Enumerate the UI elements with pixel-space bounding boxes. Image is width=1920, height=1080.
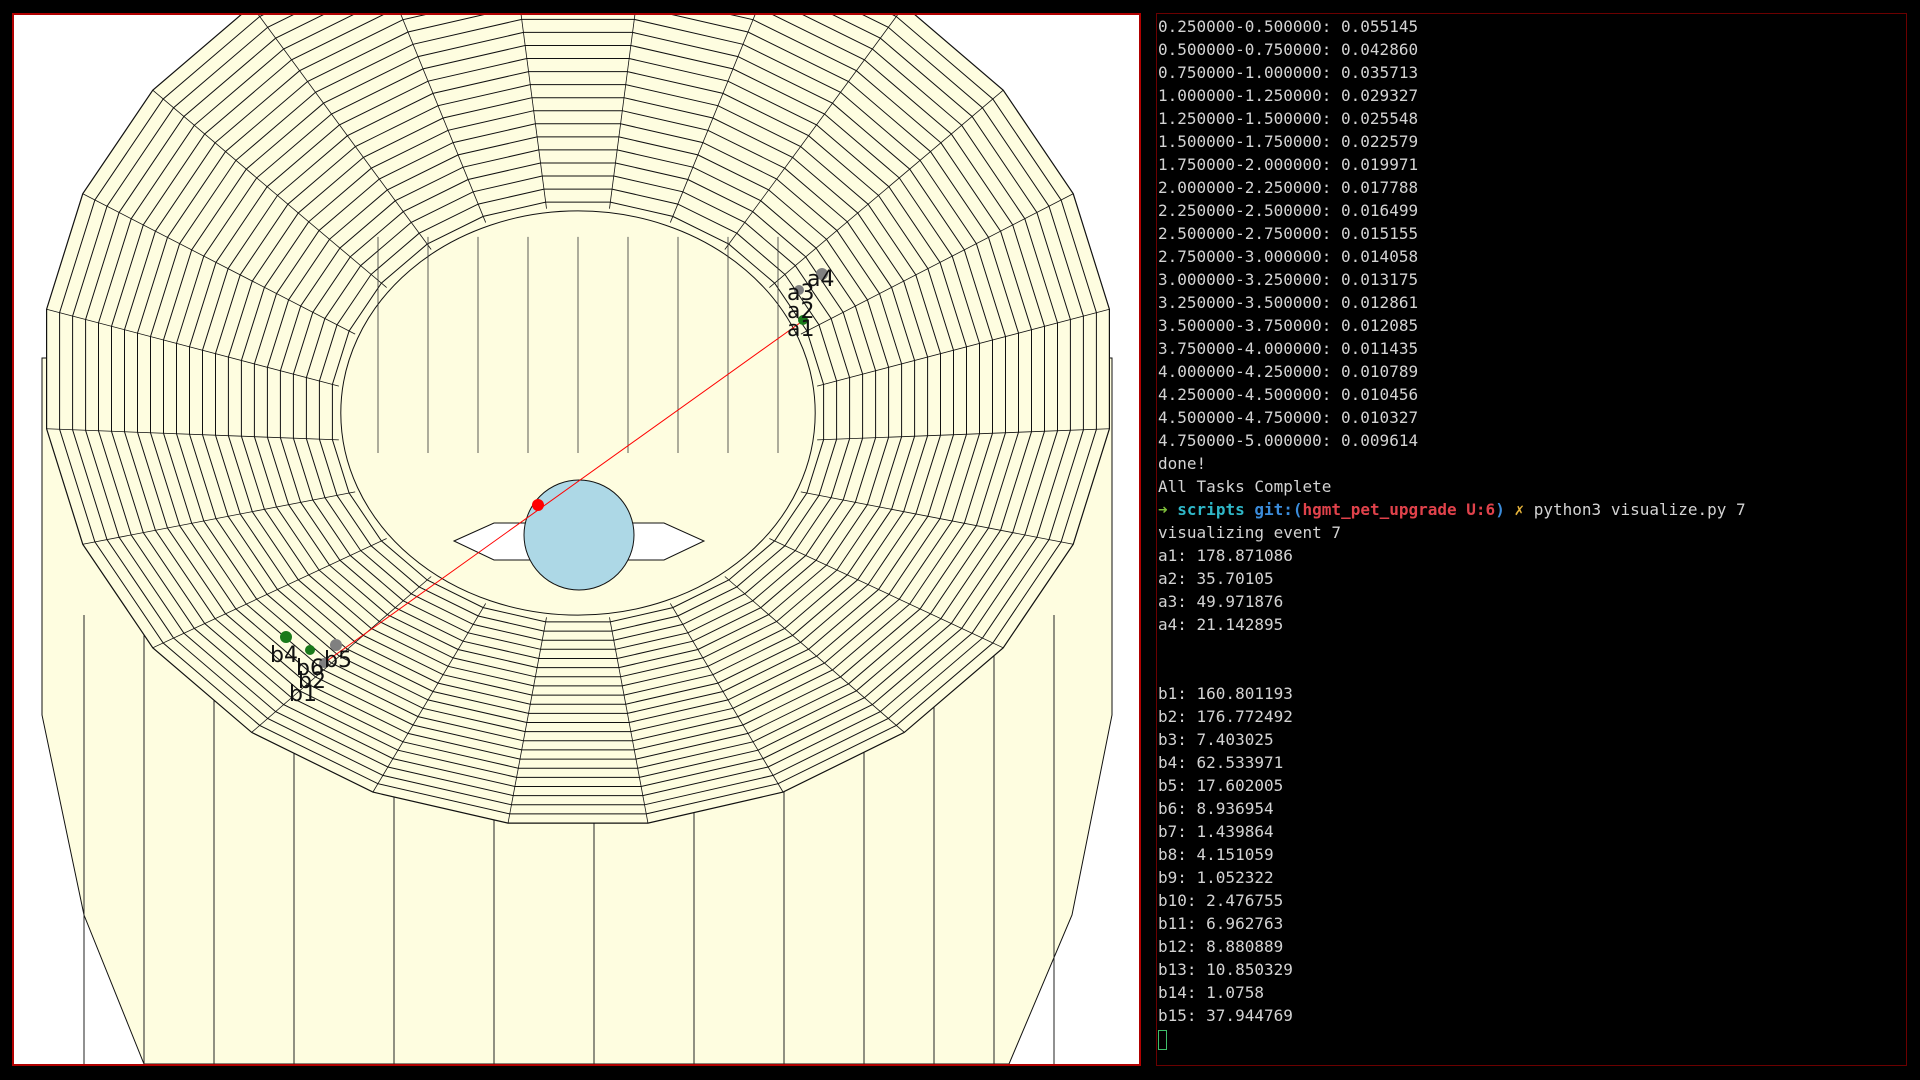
a-value-line: a2: 35.70105 xyxy=(1158,569,1274,588)
b-value-line: b6: 8.936954 xyxy=(1158,799,1274,818)
b-value-line: b3: 7.403025 xyxy=(1158,730,1274,749)
a-value-line: a1: 178.871086 xyxy=(1158,546,1293,565)
prompt-command: python3 visualize.py 7 xyxy=(1533,500,1746,519)
histogram-line: 2.750000-3.000000: 0.014058 xyxy=(1158,247,1419,266)
b-value-line: b11: 6.962763 xyxy=(1158,914,1284,933)
detector-3d-plot: a4a3a2a1b4 b5b6b2b1 xyxy=(41,15,1113,1064)
histogram-line: 1.750000-2.000000: 0.019971 xyxy=(1158,155,1419,174)
prompt-dirty-mark: ✗ xyxy=(1514,500,1525,519)
prompt-arrow: ➜ xyxy=(1158,500,1168,519)
b-value-line: b10: 2.476755 xyxy=(1158,891,1284,910)
prompt-directory: scripts xyxy=(1177,500,1245,519)
hit-label-b5: b5 xyxy=(324,648,352,673)
b-value-line: b14: 1.0758 xyxy=(1158,983,1264,1002)
prompt-branch: hgmt_pet_upgrade U:6 xyxy=(1302,500,1496,519)
histogram-line: 2.000000-2.250000: 0.017788 xyxy=(1158,178,1419,197)
histogram-line: 2.250000-2.500000: 0.016499 xyxy=(1158,201,1419,220)
b-value-line: b9: 1.052322 xyxy=(1158,868,1274,887)
histogram-line: 0.250000-0.500000: 0.055145 xyxy=(1158,17,1419,36)
b-value-line: b15: 37.944769 xyxy=(1158,1006,1293,1025)
terminal-window[interactable]: 0.250000-0.500000: 0.055145 0.500000-0.75… xyxy=(1156,13,1907,1066)
terminal-cursor xyxy=(1158,1029,1167,1050)
source-sphere xyxy=(523,479,635,591)
histogram-line: 4.000000-4.250000: 0.010789 xyxy=(1158,362,1419,381)
b-value-line: b1: 160.801193 xyxy=(1158,684,1293,703)
histogram-line: 3.000000-3.250000: 0.013175 xyxy=(1158,270,1419,289)
histogram-line: 1.500000-1.750000: 0.022579 xyxy=(1158,132,1419,151)
histogram-line: 4.500000-4.750000: 0.010327 xyxy=(1158,408,1419,427)
histogram-line: 0.500000-0.750000: 0.042860 xyxy=(1158,40,1419,59)
b-value-line: b12: 8.880889 xyxy=(1158,937,1284,956)
histogram-line: 0.750000-1.000000: 0.035713 xyxy=(1158,63,1419,82)
terminal-output: 0.250000-0.500000: 0.055145 0.500000-0.75… xyxy=(1158,15,1906,1050)
histogram-line: 1.000000-1.250000: 0.029327 xyxy=(1158,86,1419,105)
input-line[interactable] xyxy=(1158,1027,1906,1050)
detector-visualization: a4 a3 a2 a1 b4 b5 b6 b2 b1 xyxy=(12,13,1141,1066)
prompt-git-close: ) xyxy=(1495,500,1505,519)
hit-label-b4: b4 xyxy=(270,643,298,668)
histogram-line: 3.750000-4.000000: 0.011435 xyxy=(1158,339,1419,358)
histogram-line: 4.750000-5.000000: 0.009614 xyxy=(1158,431,1419,450)
event-line: visualizing event 7 xyxy=(1158,523,1342,542)
a-value-line: a3: 49.971876 xyxy=(1158,592,1284,611)
histogram-line: 3.500000-3.750000: 0.012085 xyxy=(1158,316,1419,335)
hit-b-marker xyxy=(305,645,315,655)
prompt-line: ➜ scripts git:(hgmt_pet_upgrade U:6) ✗ p… xyxy=(1158,498,1906,521)
done-line: done! xyxy=(1158,454,1207,473)
histogram-line: 4.250000-4.500000: 0.010456 xyxy=(1158,385,1419,404)
histogram-line: 1.250000-1.500000: 0.025548 xyxy=(1158,109,1419,128)
b-value-line: b7: 1.439864 xyxy=(1158,822,1274,841)
prompt-git-label: git:( xyxy=(1254,500,1303,519)
a-value-line: a4: 21.142895 xyxy=(1158,615,1284,634)
histogram-line: 2.500000-2.750000: 0.015155 xyxy=(1158,224,1419,243)
hit-label-a1: a1 xyxy=(787,317,814,342)
complete-line: All Tasks Complete xyxy=(1158,477,1332,496)
b-value-line: b5: 17.602005 xyxy=(1158,776,1284,795)
histogram-line: 3.250000-3.500000: 0.012861 xyxy=(1158,293,1419,312)
hit-b4-marker xyxy=(280,631,292,643)
b-value-line: b8: 4.151059 xyxy=(1158,845,1274,864)
b-value-line: b13: 10.850329 xyxy=(1158,960,1293,979)
annihilation-point xyxy=(532,499,544,511)
hit-label-b1: b1 xyxy=(289,682,317,707)
b-value-line: b4: 62.533971 xyxy=(1158,753,1284,772)
b-value-line: b2: 176.772492 xyxy=(1158,707,1293,726)
